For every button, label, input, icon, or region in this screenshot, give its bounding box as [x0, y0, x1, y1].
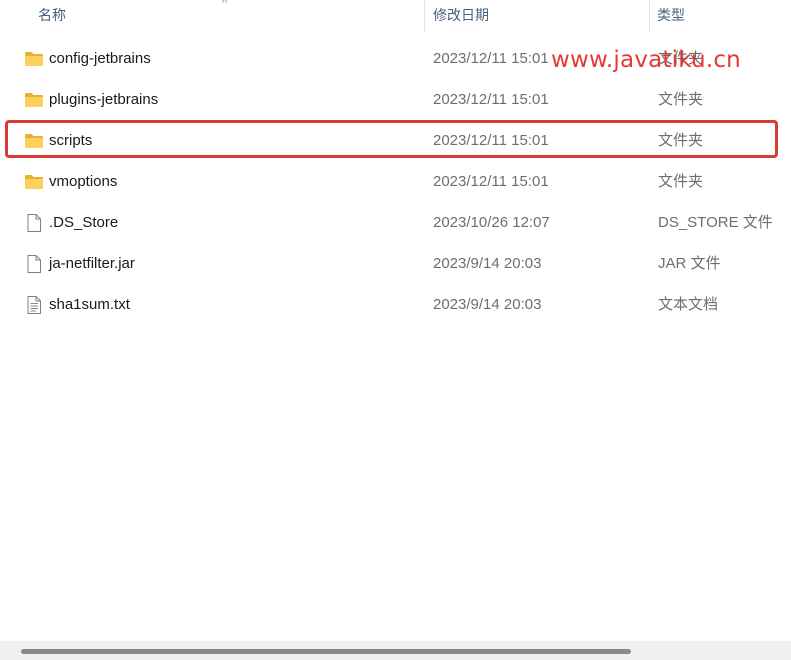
column-header-type[interactable]: 类型 [657, 0, 791, 32]
file-list: config-jetbrains 2023/12/11 15:01 文件夹 pl… [0, 38, 791, 325]
file-name: .DS_Store [49, 214, 119, 231]
folder-icon [25, 52, 43, 66]
file-name: config-jetbrains [49, 50, 151, 67]
column-header-date[interactable]: 修改日期 [433, 0, 648, 32]
file-date: 2023/12/11 15:01 [433, 132, 549, 149]
file-icon [27, 214, 41, 232]
file-type: 文件夹 [658, 91, 704, 108]
column-divider[interactable] [424, 0, 425, 32]
text-file-icon [27, 296, 41, 314]
watermark-text: www.javatiku.cn [551, 47, 741, 73]
file-name: ja-netfilter.jar [49, 255, 135, 272]
file-icon [27, 255, 41, 273]
file-row[interactable]: ja-netfilter.jar 2023/9/14 20:03 JAR 文件 [0, 243, 791, 284]
folder-icon [25, 175, 43, 189]
file-date: 2023/10/26 12:07 [433, 214, 550, 231]
file-explorer-list: ^ 名称 修改日期 类型 config-jetbrains 2023/12/11… [0, 0, 791, 660]
file-type: DS_STORE 文件 [658, 214, 773, 231]
file-row[interactable]: vmoptions 2023/12/11 15:01 文件夹 [0, 161, 791, 202]
file-type: 文件夹 [658, 132, 704, 149]
file-row[interactable]: sha1sum.txt 2023/9/14 20:03 文本文档 [0, 284, 791, 325]
file-type: 文本文档 [658, 296, 719, 313]
file-name: vmoptions [49, 173, 118, 190]
horizontal-scrollbar[interactable] [0, 641, 791, 660]
column-divider[interactable] [649, 0, 650, 32]
file-date: 2023/12/11 15:01 [433, 50, 549, 67]
file-date: 2023/9/14 20:03 [433, 255, 542, 272]
folder-icon [25, 134, 43, 148]
file-date: 2023/12/11 15:01 [433, 91, 549, 108]
file-type: 文件夹 [658, 173, 704, 190]
file-row[interactable]: .DS_Store 2023/10/26 12:07 DS_STORE 文件 [0, 202, 791, 243]
file-row[interactable]: plugins-jetbrains 2023/12/11 15:01 文件夹 [0, 79, 791, 120]
file-name: scripts [49, 132, 93, 149]
file-type: JAR 文件 [658, 255, 721, 272]
column-header: ^ 名称 修改日期 类型 [0, 0, 791, 32]
scrollbar-thumb[interactable] [21, 649, 631, 654]
file-date: 2023/9/14 20:03 [433, 296, 542, 313]
file-row[interactable]: scripts 2023/12/11 15:01 文件夹 [0, 120, 791, 161]
file-date: 2023/12/11 15:01 [433, 173, 549, 190]
folder-icon [25, 93, 43, 107]
file-name: sha1sum.txt [49, 296, 130, 313]
column-header-name[interactable]: 名称 [38, 0, 423, 32]
file-name: plugins-jetbrains [49, 91, 159, 108]
